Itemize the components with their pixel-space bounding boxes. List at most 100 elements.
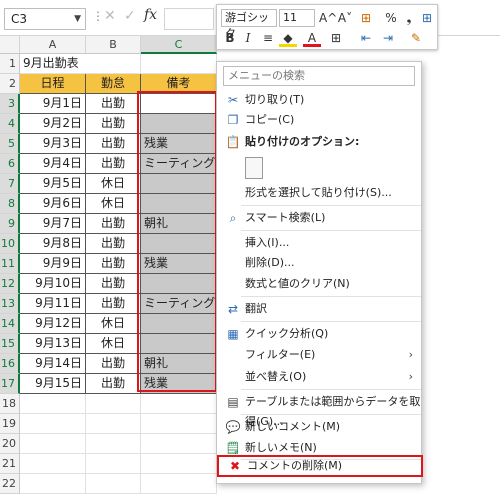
cell-b21[interactable] <box>86 454 141 474</box>
number-format-icon[interactable]: ⊞ <box>357 9 375 27</box>
menu-item-insert[interactable]: 挿入(I)... <box>217 233 421 253</box>
row-header-14[interactable]: 14 <box>0 314 20 334</box>
font-name-box[interactable]: 游ゴシック <box>221 9 277 40</box>
row-header-16[interactable]: 16 <box>0 354 20 374</box>
menu-item-clear[interactable]: 数式と値のクリア(N) <box>217 274 421 294</box>
cell-a5[interactable]: 9月3日 <box>20 134 86 154</box>
row-header-12[interactable]: 12 <box>0 274 20 294</box>
row-header-5[interactable]: 5 <box>0 134 20 154</box>
cell-b14[interactable]: 休日 <box>86 314 141 334</box>
cell-c17[interactable]: 残業 <box>141 374 217 394</box>
cell-c18[interactable] <box>141 394 217 414</box>
cell-c4[interactable] <box>141 114 217 134</box>
formula-input[interactable] <box>164 8 214 30</box>
percent-icon[interactable]: % <box>383 9 399 27</box>
menu-item-copy[interactable]: ❐ コピー(C) <box>217 110 421 130</box>
row-header-4[interactable]: 4 <box>0 114 20 134</box>
cell-a7[interactable]: 9月5日 <box>20 174 86 194</box>
cancel-icon[interactable]: ✕ <box>104 8 116 24</box>
row-header-15[interactable]: 15 <box>0 334 20 354</box>
bold-icon[interactable]: B <box>223 29 237 47</box>
cell-b15[interactable]: 休日 <box>86 334 141 354</box>
cell-b6[interactable]: 出勤 <box>86 154 141 174</box>
cell-a19[interactable] <box>20 414 86 434</box>
cell-b20[interactable] <box>86 434 141 454</box>
decrease-font-icon[interactable]: A˅ <box>337 9 353 27</box>
comma-style-icon[interactable]: ❟ <box>401 9 417 27</box>
cell-b1[interactable] <box>86 54 141 74</box>
cell-c22[interactable] <box>141 474 217 494</box>
row-header-6[interactable]: 6 <box>0 154 20 174</box>
cell-c20[interactable] <box>141 434 217 454</box>
cell-b5[interactable]: 出勤 <box>86 134 141 154</box>
cell-a8[interactable]: 9月6日 <box>20 194 86 214</box>
cell-b11[interactable]: 出勤 <box>86 254 141 274</box>
cell-b7[interactable]: 休日 <box>86 174 141 194</box>
confirm-icon[interactable]: ✓ <box>124 8 136 24</box>
select-all-corner[interactable] <box>0 36 20 54</box>
cell-b12[interactable]: 出勤 <box>86 274 141 294</box>
cell-b18[interactable] <box>86 394 141 414</box>
row-header-22[interactable]: 22 <box>0 474 20 494</box>
cell-a9[interactable]: 9月7日 <box>20 214 86 234</box>
paste-icon[interactable] <box>245 157 263 179</box>
cell-b10[interactable]: 出勤 <box>86 234 141 254</box>
row-header-13[interactable]: 13 <box>0 294 20 314</box>
menu-item-get-data[interactable]: ▤ テーブルまたは範囲からデータを取得(G)... <box>217 392 421 428</box>
cell-c6[interactable]: ミーティング <box>141 154 217 174</box>
cell-a13[interactable]: 9月11日 <box>20 294 86 314</box>
format-painter-icon[interactable]: ✎ <box>407 29 425 47</box>
row-header-10[interactable]: 10 <box>0 234 20 254</box>
menu-search-input[interactable]: メニューの検索 <box>223 66 415 86</box>
cell-c13[interactable]: ミーティング <box>141 294 217 314</box>
cell-c21[interactable] <box>141 454 217 474</box>
cell-b22[interactable] <box>86 474 141 494</box>
cell-b9[interactable]: 出勤 <box>86 214 141 234</box>
row-header-2[interactable]: 2 <box>0 74 20 94</box>
cell-a17[interactable]: 9月15日 <box>20 374 86 394</box>
row-header-18[interactable]: 18 <box>0 394 20 414</box>
row-header-17[interactable]: 17 <box>0 374 20 394</box>
cell-c2[interactable]: 備考 <box>141 74 217 94</box>
italic-icon[interactable]: I <box>241 29 255 47</box>
cell-c15[interactable] <box>141 334 217 354</box>
menu-item-translate[interactable]: ⇄ 翻訳 <box>217 299 421 319</box>
row-header-9[interactable]: 9 <box>0 214 20 234</box>
cell-c9[interactable]: 朝礼 <box>141 214 217 234</box>
cell-a15[interactable]: 9月13日 <box>20 334 86 354</box>
align-icon[interactable]: ≡ <box>259 29 277 47</box>
cell-b13[interactable]: 出勤 <box>86 294 141 314</box>
cell-c19[interactable] <box>141 414 217 434</box>
cell-b8[interactable]: 休日 <box>86 194 141 214</box>
cell-c16[interactable]: 朝礼 <box>141 354 217 374</box>
increase-decimal-icon[interactable]: ⇥ <box>379 29 397 47</box>
row-header-7[interactable]: 7 <box>0 174 20 194</box>
cell-a16[interactable]: 9月14日 <box>20 354 86 374</box>
row-header-8[interactable]: 8 <box>0 194 20 214</box>
cell-b19[interactable] <box>86 414 141 434</box>
row-header-1[interactable]: 1 <box>0 54 20 74</box>
decrease-decimal-icon[interactable]: ⇤ <box>357 29 375 47</box>
cell-c12[interactable] <box>141 274 217 294</box>
menu-item-paste-special[interactable]: 形式を選択して貼り付け(S)... <box>217 183 421 203</box>
menu-item-smart-search[interactable]: ⌕ スマート検索(L) <box>217 208 421 228</box>
increase-font-icon[interactable]: A^ <box>319 9 337 27</box>
cell-a4[interactable]: 9月2日 <box>20 114 86 134</box>
cell-a21[interactable] <box>20 454 86 474</box>
menu-item-sort[interactable]: 並べ替え(O) › <box>217 367 421 387</box>
cell-a11[interactable]: 9月9日 <box>20 254 86 274</box>
row-header-20[interactable]: 20 <box>0 434 20 454</box>
format-table-icon[interactable]: ⊞ <box>419 9 435 27</box>
font-size-box[interactable]: 11 <box>279 9 315 27</box>
cell-a2[interactable]: 日程 <box>20 74 86 94</box>
row-header-3[interactable]: 3 <box>0 94 20 114</box>
font-color-icon[interactable]: A <box>303 29 321 47</box>
chevron-down-icon[interactable]: ▼ <box>74 9 81 29</box>
cell-a20[interactable] <box>20 434 86 454</box>
menu-item-filter[interactable]: フィルター(E) › <box>217 345 421 365</box>
cell-a22[interactable] <box>20 474 86 494</box>
row-header-19[interactable]: 19 <box>0 414 20 434</box>
column-header-a[interactable]: A <box>20 36 86 54</box>
cell-c14[interactable] <box>141 314 217 334</box>
cell-c11[interactable]: 残業 <box>141 254 217 274</box>
